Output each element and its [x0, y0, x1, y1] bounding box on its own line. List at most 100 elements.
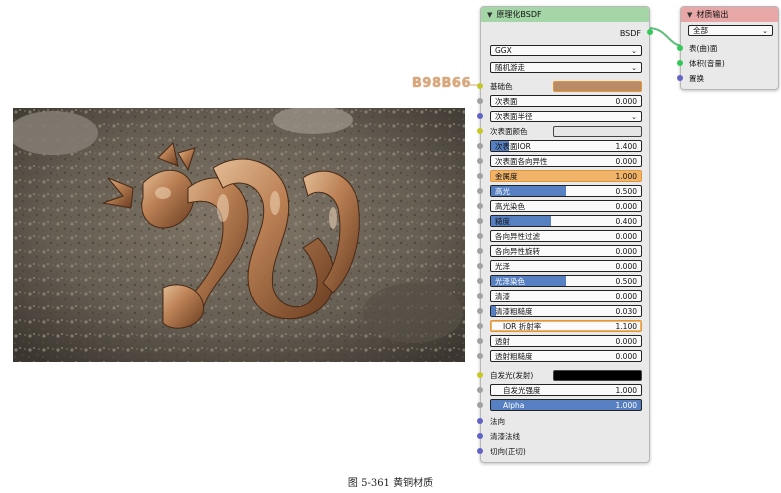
slider-input-socket[interactable]: [477, 323, 483, 329]
tangent-row: 切向(正切): [477, 445, 649, 458]
output-target-dropdown[interactable]: 全部 ⌄: [688, 25, 773, 36]
slider-field[interactable]: 清漆粗糙度 0.030: [490, 305, 642, 317]
subsurface-color-swatch[interactable]: [553, 126, 642, 137]
slider-field[interactable]: 高光 0.500: [490, 185, 642, 197]
slider-value: 0.000: [615, 291, 637, 301]
slider-row: 透射粗糙度 0.000: [477, 350, 649, 363]
subsurface-radius-row: 次表面半径 ⌄: [477, 110, 649, 123]
chevron-down-icon: ⌄: [631, 63, 637, 72]
slider-value: 0.000: [615, 231, 637, 241]
chevron-down-icon: ⌄: [762, 26, 768, 35]
slider-field[interactable]: 各向异性旋转 0.000: [490, 245, 642, 257]
surface-socket[interactable]: [677, 45, 683, 51]
slider-value: 1.400: [615, 141, 637, 151]
material-output-node[interactable]: ▼ 材质输出 全部 ⌄ 表(曲)面 体积(音量) 置换: [677, 6, 779, 90]
normal-row: 法向: [477, 415, 649, 428]
slider-label: 次表面IOR: [495, 141, 531, 151]
slider-input-socket[interactable]: [477, 98, 483, 104]
slider-input-socket[interactable]: [477, 158, 483, 164]
distribution-dropdown[interactable]: GGX ⌄: [490, 45, 642, 56]
slider-row: 光泽染色 0.500: [477, 275, 649, 288]
principled-bsdf-node[interactable]: ▼ 原理化BSDF BSDF GGX ⌄ 随机游走 ⌄ 基础色 次表面半径 ⌄ …: [477, 6, 653, 463]
slider-field[interactable]: 糙度 0.400: [490, 215, 642, 227]
slider-input-socket[interactable]: [477, 203, 483, 209]
base-color-swatch[interactable]: [553, 81, 642, 92]
slider-input-socket[interactable]: [477, 143, 483, 149]
emission-strength-socket[interactable]: [477, 387, 483, 393]
bsdf-output-socket[interactable]: [647, 29, 653, 35]
bsdf-node-header[interactable]: ▼ 原理化BSDF: [481, 7, 649, 22]
base-color-label: 基础色: [490, 82, 513, 91]
slider-value: 1.100: [615, 321, 637, 331]
slider-field[interactable]: 高光染色 0.000: [490, 200, 642, 212]
slider-value: 0.000: [615, 261, 637, 271]
emission-label: 自发光(发射): [490, 371, 534, 380]
surface-input-row: 表(曲)面: [677, 42, 778, 55]
slider-value: 0.000: [615, 156, 637, 166]
slider-input-socket[interactable]: [477, 278, 483, 284]
slider-field[interactable]: 次表面 0.000: [490, 95, 642, 107]
slider-field[interactable]: 各向异性过滤 0.000: [490, 230, 642, 242]
slider-field[interactable]: 透射 0.000: [490, 335, 642, 347]
chevron-down-icon[interactable]: ▼: [487, 11, 492, 19]
slider-input-socket[interactable]: [477, 233, 483, 239]
chevron-down-icon: ⌄: [631, 112, 637, 121]
slider-input-socket[interactable]: [477, 173, 483, 179]
slider-row: 糙度 0.400: [477, 215, 649, 228]
tangent-socket[interactable]: [477, 448, 483, 454]
bsdf-node-title: 原理化BSDF: [496, 10, 542, 19]
slider-input-socket[interactable]: [477, 218, 483, 224]
slider-label: 透射粗糙度: [495, 351, 533, 361]
clearcoat-normal-label: 清漆法线: [490, 432, 520, 441]
displacement-label: 置换: [689, 74, 704, 83]
brass-dragon-render: [13, 108, 465, 362]
emission-color-swatch[interactable]: [553, 370, 642, 381]
slider-input-socket[interactable]: [477, 353, 483, 359]
volume-socket[interactable]: [677, 60, 683, 66]
displacement-input-row: 置换: [677, 72, 778, 85]
base-color-row: 基础色: [477, 80, 649, 93]
slider-field[interactable]: 清漆 0.000: [490, 290, 642, 302]
output-node-title: 材质输出: [696, 10, 729, 19]
subsurface-radius-socket[interactable]: [477, 113, 483, 119]
subsurface-radius-dropdown[interactable]: 次表面半径 ⌄: [490, 111, 642, 122]
alpha-socket[interactable]: [477, 402, 483, 408]
slider-input-socket[interactable]: [477, 293, 483, 299]
slider-input-socket[interactable]: [477, 338, 483, 344]
slider-input-socket[interactable]: [477, 263, 483, 269]
color-hex-label: B98B66: [412, 76, 471, 91]
slider-input-socket[interactable]: [477, 248, 483, 254]
slider-row: 透射 0.000: [477, 335, 649, 348]
slider-row: 清漆粗糙度 0.030: [477, 305, 649, 318]
slider-label: IOR 折射率: [503, 321, 542, 331]
slider-label: 糙度: [495, 216, 510, 226]
emission-socket[interactable]: [477, 372, 483, 378]
base-color-socket[interactable]: [477, 83, 483, 89]
normal-socket[interactable]: [477, 418, 483, 424]
emission-strength-field[interactable]: 自发光强度 1.000: [490, 384, 642, 396]
slider-field[interactable]: IOR 折射率 1.100: [490, 320, 642, 332]
volume-label: 体积(音量): [689, 59, 725, 68]
slider-value: 0.500: [615, 276, 637, 286]
slider-field[interactable]: 次表面IOR 1.400: [490, 140, 642, 152]
slider-field[interactable]: 透射粗糙度 0.000: [490, 350, 642, 362]
render-preview-image: [13, 108, 465, 362]
slider-field[interactable]: 金属度 1.000: [490, 170, 642, 182]
alpha-field[interactable]: Alpha 1.000: [490, 399, 642, 411]
clearcoat-normal-row: 清漆法线: [477, 430, 649, 443]
subsurface-color-socket[interactable]: [477, 128, 483, 134]
slider-value: 0.000: [615, 351, 637, 361]
slider-field[interactable]: 次表面各向异性 0.000: [490, 155, 642, 167]
slider-field[interactable]: 光泽染色 0.500: [490, 275, 642, 287]
slider-label: 金属度: [495, 171, 518, 181]
slider-row: 次表面各向异性 0.000: [477, 155, 649, 168]
output-node-header[interactable]: ▼ 材质输出: [681, 7, 778, 22]
clearcoat-normal-socket[interactable]: [477, 433, 483, 439]
slider-input-socket[interactable]: [477, 308, 483, 314]
slider-input-socket[interactable]: [477, 188, 483, 194]
slider-field[interactable]: 光泽 0.000: [490, 260, 642, 272]
slider-label: 各向异性旋转: [495, 246, 540, 256]
chevron-down-icon[interactable]: ▼: [687, 11, 692, 19]
subsurface-method-dropdown[interactable]: 随机游走 ⌄: [490, 62, 642, 73]
displacement-socket[interactable]: [677, 75, 683, 81]
